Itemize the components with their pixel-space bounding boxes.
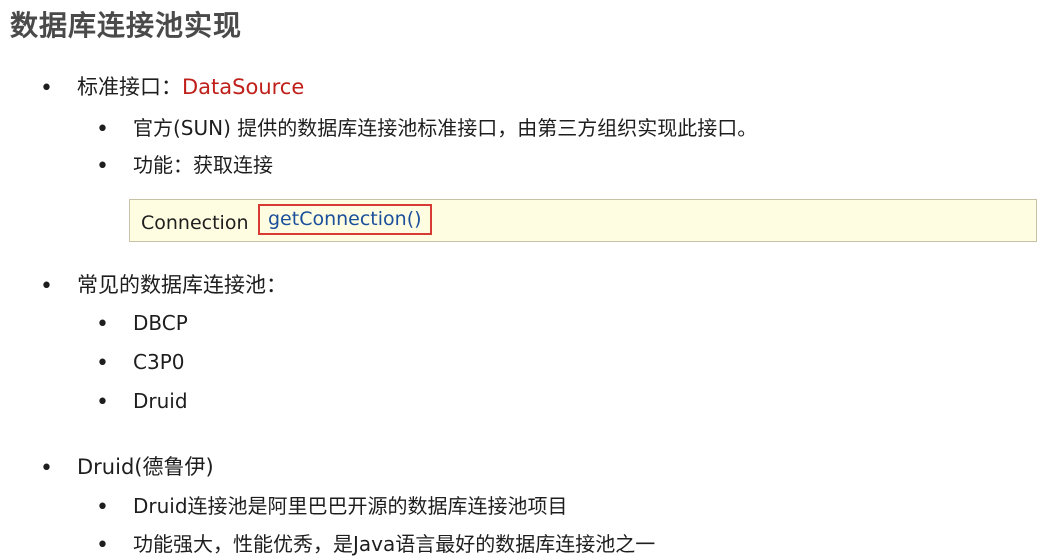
list-item-c3p0: C3P0 — [133, 350, 185, 374]
list-item-dbcp: DBCP — [133, 311, 188, 335]
list-item-get-connection: 功能：获取连接 — [133, 153, 273, 177]
datasource-prefix: 标准接口： — [77, 75, 182, 99]
list-item-druid-title: Druid(德鲁伊) — [77, 455, 214, 479]
bullet-3: • — [40, 456, 53, 481]
bullet-3-1: • — [96, 495, 109, 520]
code-method: getConnection() — [258, 204, 432, 235]
bullet-2-1: • — [96, 312, 109, 337]
datasource-highlight: DataSource — [182, 75, 305, 99]
bullet-2-3: • — [96, 390, 109, 415]
list-item-sun-interface: 官方(SUN) 提供的数据库连接池标准接口，由第三方组织实现此接口。 — [133, 116, 758, 140]
bullet-1: • — [40, 76, 53, 101]
bullet-1-2: • — [96, 154, 109, 179]
bullet-2-2: • — [96, 351, 109, 376]
list-item-druid: Druid — [133, 389, 188, 413]
page-title: 数据库连接池实现 — [10, 9, 243, 42]
list-item-common-pools: 常见的数据库连接池： — [77, 273, 287, 297]
list-item-druid-performance: 功能强大，性能优秀，是Java语言最好的数据库连接池之一 — [133, 532, 656, 556]
list-item-datasource: 标准接口：DataSource — [77, 75, 304, 100]
bullet-2: • — [40, 274, 53, 299]
bullet-1-1: • — [96, 117, 109, 142]
list-item-druid-alibaba: Druid连接池是阿里巴巴开源的数据库连接池项目 — [133, 494, 568, 518]
code-return-type: Connection — [141, 212, 249, 234]
bullet-3-2: • — [96, 533, 109, 558]
code-box: Connection getConnection() — [129, 199, 1037, 242]
